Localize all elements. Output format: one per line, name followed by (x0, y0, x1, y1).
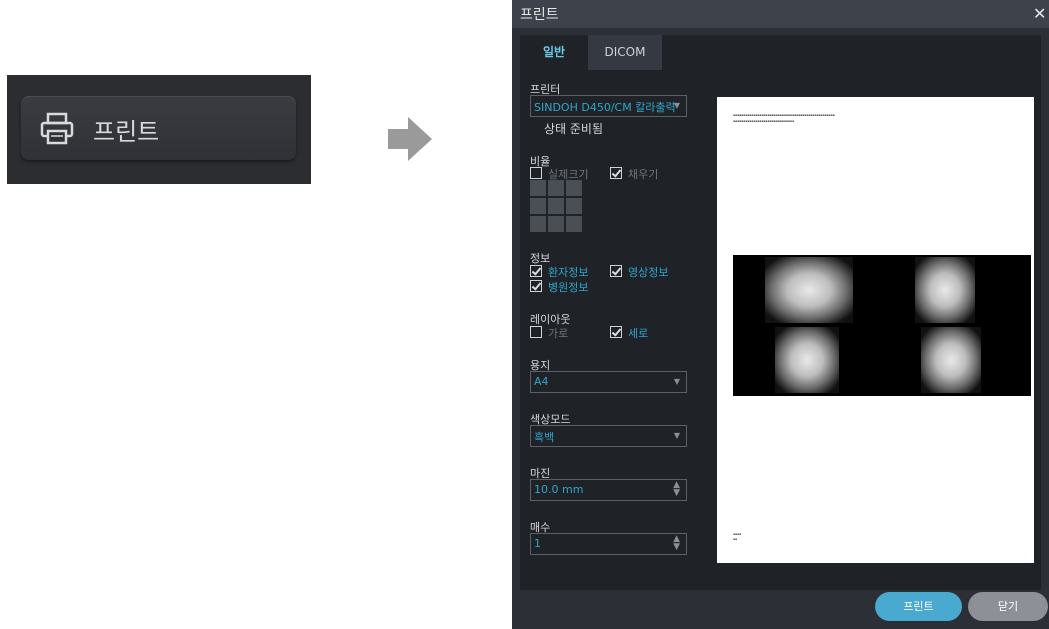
spin-arrows-icon[interactable]: ▲ ▼ (673, 481, 680, 498)
chevron-down-icon: ▼ (673, 431, 680, 440)
toolbar-print-label: 프린트 (93, 118, 160, 146)
tab-general[interactable]: 일반 (520, 35, 588, 70)
dialog-title: 프린트 (520, 7, 559, 23)
preview-header-line: ▪▪▪▪▪▪▪▪▪▪▪▪▪▪▪▪▪▪▪▪▪▪▪▪▪▪▪▪▪▪ (733, 119, 794, 123)
printer-icon (39, 112, 75, 150)
close-button[interactable]: 닫기 (968, 592, 1048, 621)
preview-header-line: ▪▪▪▪▪▪▪▪▪▪▪▪▪▪▪▪▪▪▪▪▪▪▪▪▪▪▪▪▪▪▪▪▪▪▪▪▪▪▪▪… (733, 113, 835, 117)
chevron-down-icon: ▼ (673, 101, 680, 110)
grid-cell[interactable] (566, 198, 582, 214)
print-button[interactable]: 프린트 (875, 592, 962, 621)
color-mode-select-value: 흑백 (534, 431, 555, 444)
grid-cell[interactable] (530, 180, 546, 196)
landscape-checkbox[interactable] (530, 326, 542, 338)
xray-lateral-image (921, 327, 981, 393)
tab-bar: 일반 DICOM (520, 35, 662, 70)
margin-value: 10.0 mm (534, 483, 584, 496)
print-dialog: 프린트 ✕ 일반 DICOM 프린터 SINDOH D450/CM 칼라출력 ▼… (512, 0, 1049, 629)
hospital-info-label: 병원정보 (548, 281, 589, 294)
grid-cell[interactable] (548, 216, 564, 232)
copies-value: 1 (534, 537, 541, 550)
copies-stepper[interactable]: 1 ▲ ▼ (530, 533, 687, 555)
printer-select[interactable]: SINDOH D450/CM 칼라출력 ▼ (530, 95, 687, 117)
printer-select-value: SINDOH D450/CM 칼라출력 (534, 101, 676, 114)
spin-arrows-icon[interactable]: ▲ ▼ (673, 535, 680, 552)
printer-status: 상태 준비됨 (544, 122, 604, 136)
arrow-right-icon (388, 117, 432, 165)
tab-dicom[interactable]: DICOM (588, 35, 662, 70)
image-info-checkbox[interactable] (610, 265, 622, 277)
patient-info-label: 환자정보 (548, 266, 589, 279)
toolbar-print-button[interactable]: 프린트 (21, 96, 296, 160)
chevron-down-icon: ▼ (673, 377, 680, 386)
fill-checkbox[interactable] (610, 167, 622, 179)
portrait-label: 세로 (628, 327, 649, 340)
preview-footer-line: ▪▪▪▪ (733, 532, 742, 536)
portrait-checkbox[interactable] (610, 326, 622, 338)
paper-select[interactable]: A4 ▼ (530, 371, 687, 393)
paper-select-value: A4 (534, 375, 549, 388)
margin-stepper[interactable]: 10.0 mm ▲ ▼ (530, 479, 687, 501)
fill-label: 채우기 (628, 168, 659, 181)
grid-cell[interactable] (566, 180, 582, 196)
xray-frontal-image (765, 257, 853, 323)
print-preview: ▪▪▪▪▪▪▪▪▪▪▪▪▪▪▪▪▪▪▪▪▪▪▪▪▪▪▪▪▪▪▪▪▪▪▪▪▪▪▪▪… (717, 97, 1034, 563)
image-info-label: 영상정보 (628, 266, 669, 279)
grid-cell[interactable] (548, 198, 564, 214)
preview-image-film (733, 255, 1031, 396)
grid-cell[interactable] (566, 216, 582, 232)
xray-lateral-image (775, 327, 839, 393)
hospital-info-checkbox[interactable] (530, 280, 542, 292)
preview-footer-line: ▪▪ (733, 537, 738, 541)
grid-cell[interactable] (530, 216, 546, 232)
patient-info-checkbox[interactable] (530, 265, 542, 277)
grid-cell[interactable] (548, 180, 564, 196)
close-icon[interactable]: ✕ (1033, 4, 1046, 23)
actual-size-checkbox[interactable] (530, 167, 542, 179)
landscape-label: 가로 (548, 327, 569, 340)
grid-cell[interactable] (530, 198, 546, 214)
layout-grid[interactable] (530, 180, 582, 232)
print-button-illustration: 프린트 (7, 75, 311, 184)
dialog-content: 일반 DICOM 프린터 SINDOH D450/CM 칼라출력 ▼ 상태 준비… (520, 35, 1041, 590)
xray-frontal-image (915, 257, 975, 323)
dialog-titlebar: 프린트 ✕ (512, 0, 1049, 28)
color-mode-select[interactable]: 흑백 ▼ (530, 425, 687, 447)
